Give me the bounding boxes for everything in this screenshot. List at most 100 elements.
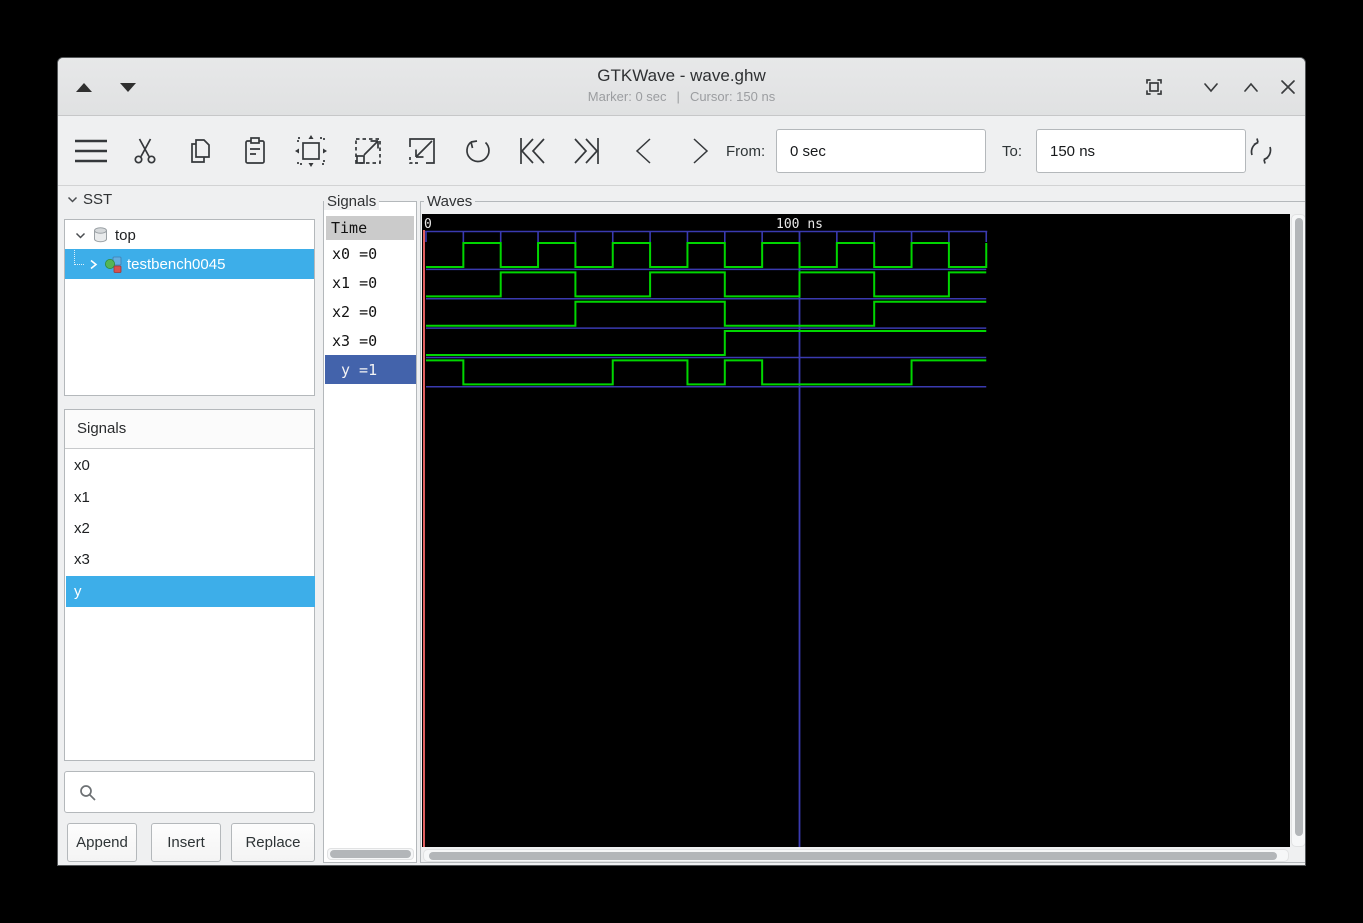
fullscreen-button[interactable]: [1143, 76, 1165, 98]
next-edge-button[interactable]: [685, 116, 715, 186]
replace-button[interactable]: Replace: [231, 823, 315, 862]
zoom-fit-button[interactable]: [293, 116, 329, 186]
previous-edge-button[interactable]: [629, 116, 659, 186]
expander-closed-icon: [90, 259, 98, 269]
titlebar: GTKWave - wave.ghw Marker: 0 sec | Cursor:…: [58, 58, 1305, 116]
signal-value-row-x0[interactable]: x0 =0: [326, 240, 414, 269]
cut-button[interactable]: [129, 116, 161, 186]
shade-up-button[interactable]: [76, 83, 92, 92]
fullscreen-icon: [1146, 79, 1162, 95]
skip-to-start-button[interactable]: [514, 116, 550, 186]
waves-vscrollbar[interactable]: [1291, 214, 1305, 847]
copy-icon: [191, 139, 210, 163]
sst-tree: top testbench0045: [64, 219, 315, 396]
chevron-right-icon: [693, 138, 709, 164]
timescale-major-label: 100 ns: [776, 217, 823, 232]
signal-list-item-x0[interactable]: x0: [66, 450, 315, 481]
module-icon: [105, 256, 122, 273]
waves-hscrollbar[interactable]: [423, 849, 1289, 862]
expander-open-icon: [75, 232, 86, 239]
signals-values-panel: Time x0 =0 x1 =0 x2 =0 x3 =0 y =1: [323, 201, 417, 863]
signal-value-row-y[interactable]: y =1: [325, 355, 416, 384]
database-icon: [94, 227, 107, 243]
signal-list-item-y[interactable]: y: [66, 575, 315, 607]
window-title: GTKWave - wave.ghw: [597, 66, 766, 85]
signals-panel-hscrollbar[interactable]: [327, 848, 414, 860]
wave-trace-x1: [426, 271, 987, 298]
replace-button-label: Replace: [245, 834, 301, 851]
cursor-status: Cursor: 150 ns: [689, 89, 776, 104]
chevron-down-icon: [1204, 83, 1218, 93]
hamburger-menu-icon: [75, 139, 107, 163]
waveform-plot: 0 100 ns: [423, 217, 988, 847]
maximize-button[interactable]: [1240, 76, 1262, 98]
chevron-up-icon: [1244, 82, 1258, 92]
wave-canvas[interactable]: 0 100 ns: [422, 214, 1290, 847]
signal-list-item-x2[interactable]: x2: [66, 513, 315, 544]
insert-button-label: Insert: [167, 834, 205, 851]
signals-panel-hscrollbar-thumb[interactable]: [330, 850, 411, 858]
wave-trace-y: [426, 359, 987, 386]
signal-list-item-x1[interactable]: x1: [66, 481, 315, 512]
shade-down-button[interactable]: [120, 83, 136, 92]
append-button[interactable]: Append: [67, 823, 137, 862]
reload-button[interactable]: [1244, 116, 1278, 186]
paste-button[interactable]: [239, 116, 271, 186]
marker-status: Marker: 0 sec: [587, 89, 667, 104]
signals-list-header: Signals: [65, 410, 314, 449]
minimize-button[interactable]: [1200, 76, 1222, 98]
time-header[interactable]: Time: [326, 216, 414, 240]
close-icon: [1281, 80, 1295, 94]
undo-icon: [466, 140, 490, 163]
signal-value-row-x1[interactable]: x1 =0: [326, 269, 414, 298]
chevron-left-icon: [635, 138, 651, 164]
undo-button[interactable]: [462, 116, 494, 186]
tree-item-top[interactable]: top: [65, 221, 314, 249]
signal-value-row-x3[interactable]: x3 =0: [326, 326, 414, 355]
search-box[interactable]: [64, 771, 315, 813]
close-button[interactable]: [1277, 76, 1299, 98]
append-button-label: Append: [76, 834, 128, 851]
insert-button[interactable]: Insert: [151, 823, 221, 862]
skip-to-end-button[interactable]: [569, 116, 605, 186]
zoom-fit-icon: [295, 135, 327, 167]
scissors-icon: [134, 138, 156, 164]
from-input[interactable]: [776, 129, 986, 173]
signal-list-item-x3[interactable]: x3: [66, 544, 315, 575]
toolbar: From: To:: [58, 116, 1305, 186]
to-label: To:: [1002, 143, 1023, 160]
search-icon: [80, 785, 96, 801]
signals-list-panel: Signals x0 x1 x2 x3 y: [64, 409, 315, 761]
gtkwave-window: GTKWave - wave.ghw Marker: 0 sec | Cursor:…: [57, 57, 1306, 866]
signal-value-row-x2[interactable]: x2 =0: [326, 298, 414, 327]
zoom-in-button[interactable]: [404, 116, 440, 186]
clipboard-paste-icon: [245, 137, 265, 164]
wave-trace-x3: [426, 330, 987, 357]
tree-item-testbench-label: testbench0045: [127, 255, 226, 273]
waves-hscrollbar-thumb[interactable]: [429, 852, 1277, 860]
tree-item-testbench[interactable]: testbench0045: [65, 249, 314, 279]
wave-trace-x0: [426, 242, 988, 268]
zoom-out-button[interactable]: [350, 116, 386, 186]
from-label: From:: [726, 143, 766, 160]
zoom-out-full-icon: [355, 138, 381, 164]
wave-trace-x2: [426, 300, 987, 327]
sst-header[interactable]: SST: [66, 189, 112, 209]
copy-button[interactable]: [185, 116, 217, 186]
menu-button[interactable]: [72, 116, 110, 186]
reload-icon: [1250, 138, 1272, 164]
zoom-in-icon: [409, 138, 435, 164]
signals-panel-frame-label: Signals: [324, 193, 380, 210]
tree-guide-line: [74, 249, 84, 265]
skip-to-end-icon: [574, 138, 599, 164]
waves-frame-label: Waves: [424, 193, 476, 210]
window-subtitle: Marker: 0 sec | Cursor: 150 ns: [358, 89, 1005, 104]
sst-header-label: SST: [83, 190, 113, 208]
waves-vscrollbar-thumb[interactable]: [1295, 218, 1303, 836]
tree-item-top-label: top: [115, 226, 136, 244]
subtitle-separator: |: [676, 89, 680, 104]
timescale-start-label: 0: [424, 217, 432, 232]
to-input[interactable]: [1036, 129, 1246, 173]
skip-to-start-icon: [520, 138, 545, 164]
collapse-chevron-icon: [67, 196, 78, 203]
